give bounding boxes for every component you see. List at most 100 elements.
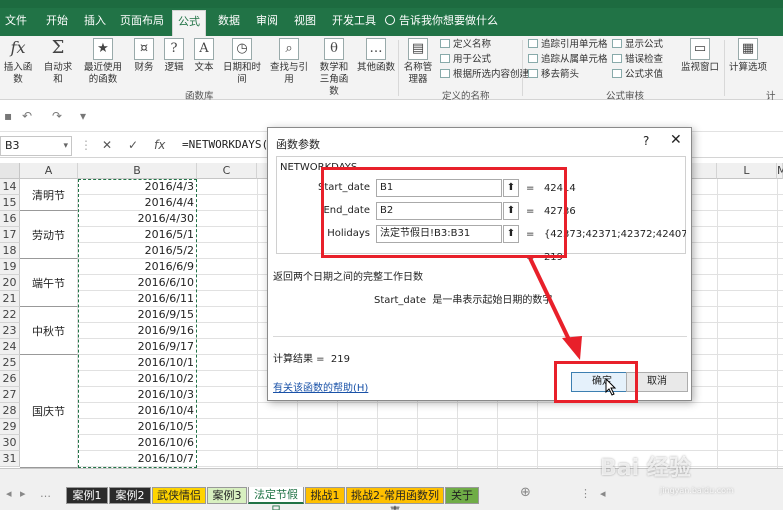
ok-button[interactable]: 确定 bbox=[571, 372, 633, 392]
customize-qat-icon[interactable]: ▾ bbox=[80, 109, 86, 123]
date-cell[interactable]: 2016/6/10 bbox=[78, 275, 197, 291]
evaluate-formula-button[interactable]: 公式求值 bbox=[612, 69, 663, 81]
financial-button[interactable]: ¤ 财务 bbox=[132, 38, 156, 74]
date-cell[interactable]: 2016/10/1 bbox=[78, 355, 197, 371]
end-date-input[interactable]: B2 bbox=[376, 202, 502, 220]
cancel-icon[interactable]: ✕ bbox=[102, 138, 112, 152]
date-cell[interactable]: 2016/4/3 bbox=[78, 179, 197, 195]
sheet-tab[interactable]: 关于 bbox=[445, 487, 479, 504]
date-cell[interactable]: 2016/6/9 bbox=[78, 259, 197, 275]
row-header[interactable]: 25 bbox=[0, 355, 20, 371]
sheet-tab[interactable]: 案例2 bbox=[109, 487, 151, 504]
holidays-input[interactable]: 法定节假日!B3:B31 bbox=[376, 225, 502, 243]
column-header[interactable]: L bbox=[717, 163, 777, 179]
collapse-dialog-icon[interactable]: ⬆ bbox=[503, 202, 519, 220]
tab-formulas[interactable]: 公式 bbox=[172, 10, 206, 36]
date-cell[interactable]: 2016/10/6 bbox=[78, 435, 197, 451]
save-icon[interactable]: ▪ bbox=[4, 109, 12, 123]
enter-check-icon[interactable]: ✓ bbox=[128, 138, 138, 152]
recent-functions-button[interactable]: ★ 最近使用的函数 bbox=[80, 38, 126, 86]
row-header[interactable]: 19 bbox=[0, 259, 20, 275]
row-header[interactable]: 17 bbox=[0, 227, 20, 243]
tab-review[interactable]: 审阅 bbox=[250, 10, 284, 36]
name-manager-button[interactable]: ▤ 名称管理器 bbox=[402, 38, 434, 86]
prev-sheet-icon[interactable]: ◂ bbox=[6, 487, 12, 500]
date-cell[interactable]: 2016/9/15 bbox=[78, 307, 197, 323]
tab-file[interactable]: 文件 bbox=[0, 10, 32, 36]
tab-insert[interactable]: 插入 bbox=[78, 10, 112, 36]
fx-icon[interactable]: fx bbox=[154, 138, 165, 152]
show-formulas-button[interactable]: 显示公式 bbox=[612, 39, 663, 51]
tell-me-search[interactable]: 告诉我你想要做什么 bbox=[385, 10, 498, 32]
sheet-tab[interactable]: 挑战1 bbox=[305, 487, 345, 504]
undo-icon[interactable]: ↶ bbox=[22, 109, 32, 123]
date-cell[interactable]: 2016/9/17 bbox=[78, 339, 197, 355]
row-header[interactable]: 30 bbox=[0, 435, 20, 451]
cancel-button[interactable]: 取消 bbox=[626, 372, 688, 392]
tab-scroll-icon[interactable]: ⋮ bbox=[580, 487, 591, 500]
chevron-down-icon[interactable]: ▾ bbox=[63, 137, 68, 155]
calc-options-button[interactable]: ▦ 计算选项 bbox=[728, 38, 768, 74]
row-header[interactable]: 29 bbox=[0, 419, 20, 435]
next-sheet-icon[interactable]: ▸ bbox=[20, 487, 26, 500]
row-header[interactable]: 21 bbox=[0, 291, 20, 307]
collapse-dialog-icon[interactable]: ⬆ bbox=[503, 225, 519, 243]
create-from-selection-button[interactable]: 根据所选内容创建 bbox=[440, 69, 529, 81]
datetime-button[interactable]: ◷ 日期和时间 bbox=[220, 38, 264, 86]
collapse-dialog-icon[interactable]: ⬆ bbox=[503, 179, 519, 197]
redo-icon[interactable]: ↷ bbox=[52, 109, 62, 123]
lookup-button[interactable]: ⌕ 查找与引用 bbox=[266, 38, 312, 86]
add-sheet-icon[interactable]: ⊕ bbox=[520, 485, 531, 500]
tab-data[interactable]: 数据 bbox=[212, 10, 246, 36]
holiday-cell[interactable]: 清明节 bbox=[20, 179, 78, 211]
insert-function-button[interactable]: fx 插入函数 bbox=[0, 38, 36, 86]
holiday-cell[interactable]: 国庆节 bbox=[20, 355, 78, 468]
help-link[interactable]: 有关该函数的帮助(H) bbox=[273, 379, 368, 394]
more-functions-button[interactable]: … 其他函数 bbox=[356, 38, 396, 74]
date-cell[interactable]: 2016/10/3 bbox=[78, 387, 197, 403]
use-in-formula-button[interactable]: 用于公式 bbox=[440, 54, 491, 66]
help-button[interactable]: ? bbox=[643, 134, 649, 148]
scroll-left-icon[interactable]: ◂ bbox=[600, 487, 606, 500]
holiday-cell[interactable]: 中秋节 bbox=[20, 307, 78, 355]
holiday-cell[interactable]: 端午节 bbox=[20, 259, 78, 307]
sheet-tab[interactable]: 案例1 bbox=[66, 487, 108, 504]
row-header[interactable]: 28 bbox=[0, 403, 20, 419]
row-header[interactable]: 27 bbox=[0, 387, 20, 403]
date-cell[interactable]: 2016/5/1 bbox=[78, 227, 197, 243]
date-cell[interactable]: 2016/10/5 bbox=[78, 419, 197, 435]
date-cell[interactable]: 2016/5/2 bbox=[78, 243, 197, 259]
holiday-cell[interactable]: 劳动节 bbox=[20, 211, 78, 259]
trace-precedents-button[interactable]: 追踪引用单元格 bbox=[528, 39, 608, 51]
name-box[interactable]: B3 ▾ bbox=[0, 136, 72, 156]
date-cell[interactable]: 2016/6/11 bbox=[78, 291, 197, 307]
sheet-tab[interactable]: 案例3 bbox=[207, 487, 247, 504]
column-header[interactable]: M bbox=[777, 163, 783, 179]
trace-dependents-button[interactable]: 追踪从属单元格 bbox=[528, 54, 608, 66]
tab-view[interactable]: 视图 bbox=[288, 10, 322, 36]
date-cell[interactable]: 2016/9/16 bbox=[78, 323, 197, 339]
text-button[interactable]: A 文本 bbox=[192, 38, 216, 74]
close-button[interactable]: ✕ bbox=[670, 132, 682, 148]
sheet-tab[interactable]: 挑战2-常用函数列表 bbox=[346, 487, 444, 510]
sheet-tab[interactable]: 武侠情侣 bbox=[152, 487, 206, 504]
define-name-button[interactable]: 定义名称 bbox=[440, 39, 491, 51]
date-cell[interactable]: 2016/10/7 bbox=[78, 451, 197, 467]
tab-home[interactable]: 开始 bbox=[40, 10, 74, 36]
row-header[interactable]: 18 bbox=[0, 243, 20, 259]
row-header[interactable]: 16 bbox=[0, 211, 20, 227]
column-header[interactable]: C bbox=[197, 163, 257, 179]
row-header[interactable]: 14 bbox=[0, 179, 20, 195]
autosum-button[interactable]: Σ 自动求和 bbox=[40, 38, 76, 86]
row-header[interactable]: 22 bbox=[0, 307, 20, 323]
watch-window-button[interactable]: ▭ 监视窗口 bbox=[680, 38, 720, 74]
date-cell[interactable]: 2016/10/4 bbox=[78, 403, 197, 419]
sheet-tab[interactable]: 法定节假日 bbox=[248, 487, 304, 510]
formula-input[interactable]: =NETWORKDAYS(B bbox=[182, 136, 272, 156]
column-header[interactable]: A bbox=[20, 163, 78, 179]
row-header[interactable]: 20 bbox=[0, 275, 20, 291]
more-sheets-icon[interactable]: … bbox=[40, 487, 51, 500]
date-cell[interactable]: 2016/4/4 bbox=[78, 195, 197, 211]
date-cell[interactable]: 2016/10/2 bbox=[78, 371, 197, 387]
row-header[interactable]: 31 bbox=[0, 451, 20, 467]
